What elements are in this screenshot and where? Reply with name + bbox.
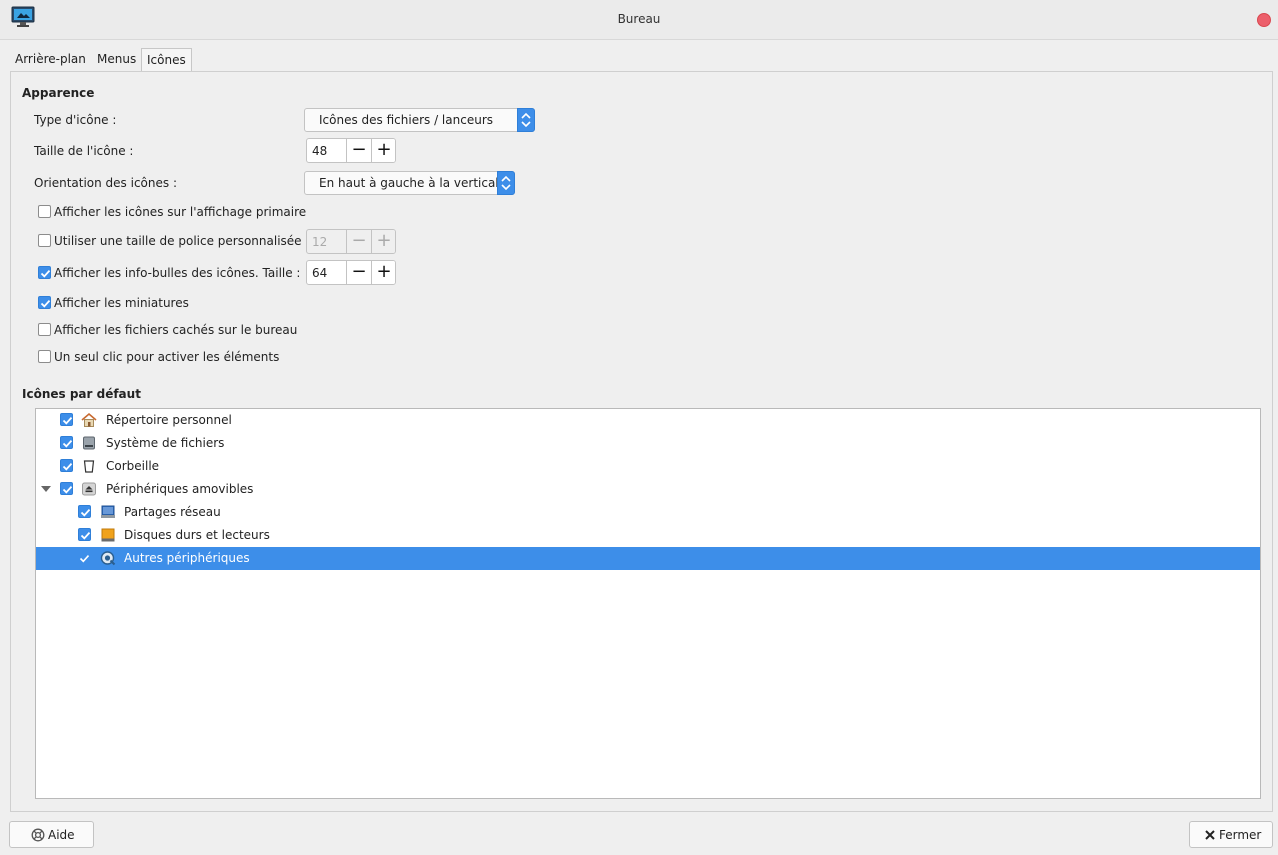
other-device-icon xyxy=(100,551,116,566)
checkmark-icon xyxy=(80,508,91,517)
icon-size-value: 48 xyxy=(312,144,328,158)
tree-item-label: Système de fichiers xyxy=(106,436,225,450)
tree-row-network-shares[interactable]: Partages réseau xyxy=(36,501,1260,524)
tree-item-label: Périphériques amovibles xyxy=(106,482,254,496)
expander-arrow-icon[interactable] xyxy=(41,486,51,492)
tree-row-trash[interactable]: Corbeille xyxy=(36,455,1260,478)
help-button-label: Aide xyxy=(48,828,75,842)
help-lifebuoy-icon xyxy=(31,828,45,842)
thumbnails-label: Afficher les miniatures xyxy=(54,296,189,310)
custom-font-size-checkbox[interactable] xyxy=(38,234,51,247)
tooltips-label: Afficher les info-bulles des icônes. Tai… xyxy=(54,266,301,280)
close-window-button[interactable] xyxy=(1257,13,1271,27)
tree-item-label: Disques durs et lecteurs xyxy=(124,528,270,542)
trash-icon xyxy=(83,460,95,473)
tree-item-label: Corbeille xyxy=(106,459,160,473)
icon-type-value: Icônes des fichiers / lanceurs xyxy=(319,113,493,127)
tooltips-checkbox[interactable] xyxy=(38,266,51,279)
tab-menus[interactable]: Menus xyxy=(92,48,141,72)
icon-type-combo[interactable]: Icônes des fichiers / lanceurs xyxy=(304,108,535,132)
default-icons-tree[interactable]: Répertoire personnel Système de fichiers… xyxy=(35,408,1261,799)
font-size-spinner: 12 − + xyxy=(306,229,396,254)
window-title: Bureau xyxy=(617,12,661,26)
tree-item-label: Répertoire personnel xyxy=(106,413,232,427)
default-icons-section-title: Icônes par défaut xyxy=(22,387,141,401)
increment-button: + xyxy=(371,230,395,253)
icon-type-label: Type d'icône : xyxy=(34,113,117,127)
home-checkbox[interactable] xyxy=(60,413,73,426)
disk-drive-icon xyxy=(101,528,115,542)
icon-size-spinner[interactable]: 48 − + xyxy=(306,138,396,163)
tree-row-filesystem[interactable]: Système de fichiers xyxy=(36,432,1260,455)
font-size-value: 12 xyxy=(312,235,328,249)
checkmark-icon xyxy=(62,462,73,471)
single-click-label: Un seul clic pour activer les éléments xyxy=(54,350,280,364)
custom-font-size-label: Utiliser une taille de police personnali… xyxy=(54,234,310,248)
close-button[interactable]: Fermer xyxy=(1189,821,1273,848)
tab-background[interactable]: Arrière-plan xyxy=(10,48,91,72)
removable-checkbox[interactable] xyxy=(60,482,73,495)
tree-row-disks[interactable]: Disques durs et lecteurs xyxy=(36,524,1260,547)
disks-checkbox[interactable] xyxy=(78,528,91,541)
trash-checkbox[interactable] xyxy=(60,459,73,472)
orientation-combo[interactable]: En haut à gauche à la verticale xyxy=(304,171,515,195)
decrement-button[interactable]: − xyxy=(346,261,371,284)
hidden-files-checkbox[interactable] xyxy=(38,323,51,336)
appearance-section-title: Apparence xyxy=(22,86,95,100)
checkmark-icon xyxy=(40,269,51,278)
primary-display-label: Afficher les icônes sur l'affichage prim… xyxy=(54,205,307,219)
increment-button[interactable]: + xyxy=(371,139,395,162)
title-bar: Bureau xyxy=(0,0,1278,40)
checkmark-icon xyxy=(62,439,73,448)
tooltip-size-value: 64 xyxy=(312,266,328,280)
increment-button[interactable]: + xyxy=(371,261,395,284)
decrement-button[interactable]: − xyxy=(346,139,371,162)
tab-icons[interactable]: Icônes xyxy=(141,48,192,72)
orientation-value: En haut à gauche à la verticale xyxy=(319,176,507,190)
close-button-label: Fermer xyxy=(1219,828,1262,842)
help-button[interactable]: Aide xyxy=(9,821,94,848)
single-click-checkbox[interactable] xyxy=(38,350,51,363)
decrement-button: − xyxy=(346,230,371,253)
primary-display-checkbox[interactable] xyxy=(38,205,51,218)
checkmark-icon xyxy=(62,485,73,494)
network-drive-icon xyxy=(101,505,115,518)
tree-item-label: Autres périphériques xyxy=(124,551,250,565)
network-shares-checkbox[interactable] xyxy=(78,505,91,518)
tree-row-removable[interactable]: Périphériques amovibles xyxy=(36,478,1260,501)
thumbnails-checkbox[interactable] xyxy=(38,296,51,309)
checkmark-icon[interactable] xyxy=(78,552,91,565)
tree-item-label: Partages réseau xyxy=(124,505,221,519)
tooltip-size-spinner[interactable]: 64 − + xyxy=(306,260,396,285)
orientation-label: Orientation des icônes : xyxy=(34,176,177,190)
hidden-files-label: Afficher les fichiers cachés sur le bure… xyxy=(54,323,298,337)
updown-arrows-icon xyxy=(497,171,515,195)
eject-icon xyxy=(82,482,96,496)
home-icon xyxy=(81,412,97,427)
tree-row-other-devices[interactable]: Autres périphériques xyxy=(36,547,1260,570)
filesystem-checkbox[interactable] xyxy=(60,436,73,449)
checkmark-icon xyxy=(80,531,91,540)
checkmark-icon xyxy=(62,416,73,425)
icons-panel: Apparence Type d'icône : Icônes des fich… xyxy=(10,71,1273,812)
updown-arrows-icon xyxy=(517,108,535,132)
hard-drive-icon xyxy=(83,436,95,450)
close-x-icon xyxy=(1205,830,1215,840)
icon-size-label: Taille de l'icône : xyxy=(34,144,134,158)
checkmark-icon xyxy=(40,299,51,308)
tree-row-home[interactable]: Répertoire personnel xyxy=(36,409,1260,432)
